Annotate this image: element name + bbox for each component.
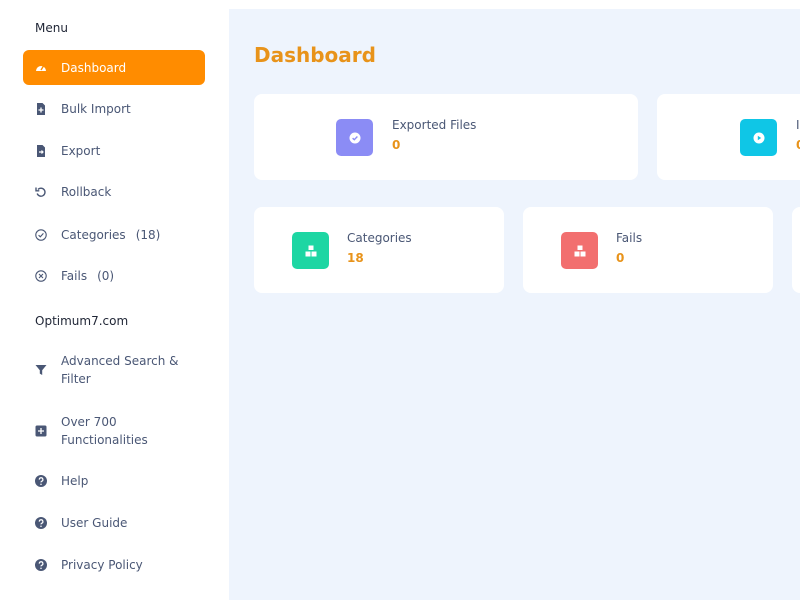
stat-label: Categories xyxy=(347,231,412,245)
sidebar-link-user-guide[interactable]: User Guide xyxy=(23,514,205,532)
boxes-icon xyxy=(292,232,329,269)
sidebar-link-functionalities[interactable]: Over 700 Functionalities xyxy=(23,413,205,449)
categories-count: (18) xyxy=(135,228,161,242)
sidebar-item-label: Rollback xyxy=(61,185,112,199)
file-export-icon xyxy=(35,145,47,157)
sidebar-item-label: Dashboard xyxy=(61,60,127,75)
check-circle-icon xyxy=(35,229,47,241)
sidebar-link-advanced-search[interactable]: Advanced Search & Filter xyxy=(23,352,205,388)
sidebar-link-label: Help xyxy=(61,474,89,488)
stat-card-exported-files: Exported Files 0 xyxy=(254,94,638,180)
stat-value: 0 xyxy=(796,138,800,152)
page-title: Dashboard xyxy=(254,43,376,67)
sidebar-item-categories[interactable]: Categories (18) xyxy=(23,226,205,244)
sidebar-link-label: User Guide xyxy=(61,516,128,530)
sidebar-item-label: Bulk Import xyxy=(61,102,131,116)
sidebar-link-help[interactable]: Help xyxy=(23,472,205,490)
file-plus-icon xyxy=(35,103,47,115)
boxes-icon xyxy=(561,232,598,269)
question-circle-icon xyxy=(35,475,47,487)
undo-icon xyxy=(35,186,47,198)
sidebar: Menu Dashboard Bulk Import Export Rollba… xyxy=(0,0,228,600)
sidebar-item-label: Export xyxy=(61,144,101,158)
plus-square-icon xyxy=(35,425,47,437)
gauge-icon xyxy=(35,62,47,74)
sidebar-link-privacy-policy[interactable]: Privacy Policy xyxy=(23,556,205,574)
question-circle-icon xyxy=(35,559,47,571)
sidebar-item-rollback[interactable]: Rollback xyxy=(23,183,205,201)
stat-card-fails: Fails 0 xyxy=(523,207,773,293)
x-circle-icon xyxy=(35,270,47,282)
check-badge-icon xyxy=(336,119,373,156)
play-badge-icon xyxy=(740,119,777,156)
fails-count: (0) xyxy=(97,269,115,283)
stat-card-categories: Categories 18 xyxy=(254,207,504,293)
stat-card-partial: I 0 xyxy=(657,94,800,180)
stat-value: 0 xyxy=(616,251,625,265)
stat-value: 18 xyxy=(347,251,364,265)
sidebar-item-bulk-import[interactable]: Bulk Import xyxy=(23,100,205,118)
stat-label: I xyxy=(796,118,800,132)
sidebar-item-dashboard[interactable]: Dashboard xyxy=(23,50,205,85)
sidebar-item-export[interactable]: Export xyxy=(23,142,205,160)
sidebar-item-label: Fails xyxy=(61,269,88,283)
stat-label: Fails xyxy=(616,231,643,245)
sidebar-link-label: Advanced Search & Filter xyxy=(61,354,179,386)
menu-title: Menu xyxy=(35,21,68,35)
stat-value: 0 xyxy=(392,138,401,152)
filter-icon xyxy=(35,364,47,376)
sidebar-link-label: Over 700 Functionalities xyxy=(61,415,148,447)
sidebar-item-label: Categories xyxy=(61,228,126,242)
stat-card-offscreen xyxy=(792,207,800,293)
main-content: Dashboard Exported Files 0 I 0 Categorie… xyxy=(229,9,800,600)
question-circle-icon xyxy=(35,517,47,529)
sidebar-item-fails[interactable]: Fails (0) xyxy=(23,267,205,285)
section-title-optimum7: Optimum7.com xyxy=(35,314,129,328)
stat-label: Exported Files xyxy=(392,118,477,132)
sidebar-link-label: Privacy Policy xyxy=(61,558,143,572)
